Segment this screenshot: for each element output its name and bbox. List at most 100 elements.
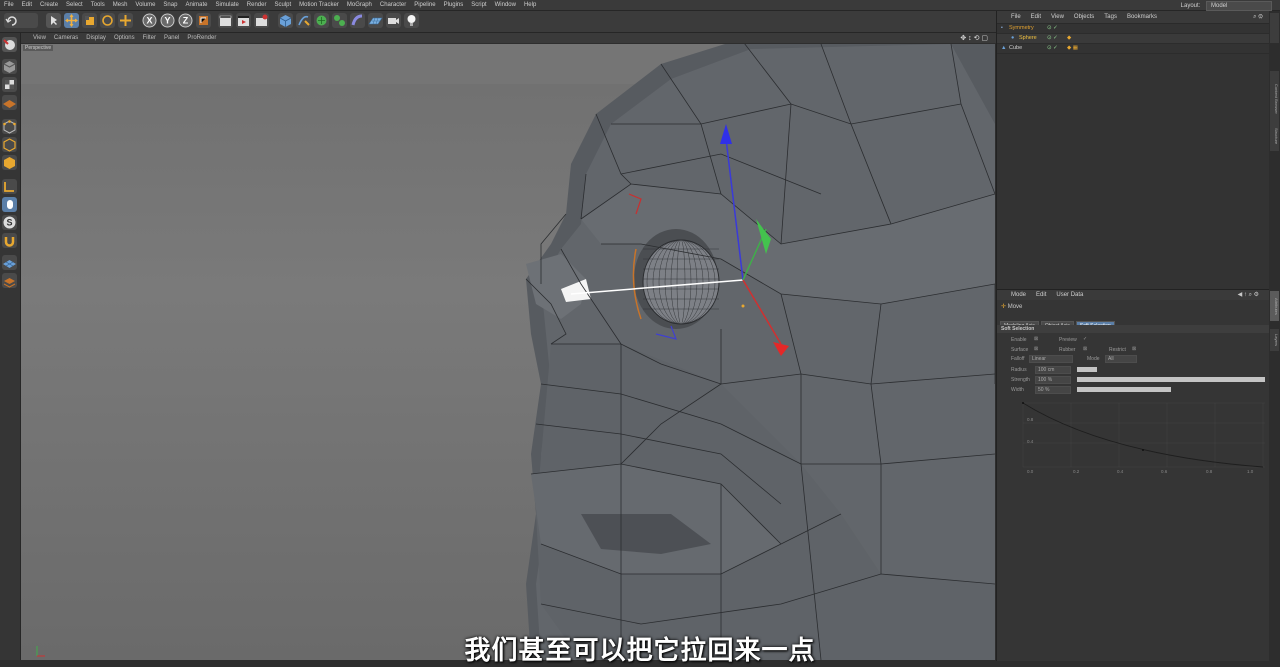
tag-icon[interactable]: ◆	[1067, 34, 1071, 43]
menu-help[interactable]: Help	[520, 0, 540, 10]
strength-slider[interactable]	[1077, 377, 1265, 382]
menu-mesh[interactable]: Mesh	[109, 0, 132, 10]
live-selection-button[interactable]	[118, 13, 133, 28]
strength-field[interactable]: 100 %	[1035, 376, 1071, 384]
radius-slider[interactable]	[1077, 367, 1097, 372]
snapping-button[interactable]: S	[2, 215, 17, 230]
tab-structure[interactable]: Structure	[1270, 121, 1279, 151]
menu-simulate[interactable]: Simulate	[211, 0, 242, 10]
menu-create[interactable]: Create	[36, 0, 62, 10]
object-row-sphere[interactable]: ● Sphere ⊙ ✓ ◆	[997, 34, 1269, 44]
light-button[interactable]	[404, 13, 419, 28]
tab-attributes[interactable]: Attributes	[1270, 291, 1279, 321]
visibility-check-icon[interactable]: ⊙ ✓	[1047, 24, 1058, 33]
coordinate-system-button[interactable]	[196, 13, 211, 28]
menu-script[interactable]: Script	[467, 0, 490, 10]
rubber-checkbox[interactable]: ⊠	[1083, 346, 1087, 352]
y-axis-lock-button[interactable]: Y	[160, 13, 175, 28]
subdivision-surface-button[interactable]	[314, 13, 329, 28]
obj-menu-tags[interactable]: Tags	[1099, 11, 1122, 23]
3d-viewport[interactable]	[21, 44, 995, 660]
obj-menu-objects[interactable]: Objects	[1069, 11, 1099, 23]
tab-content-browser[interactable]: Content Browser	[1270, 71, 1279, 126]
scale-tool-button[interactable]	[82, 13, 97, 28]
render-to-picture-viewer-button[interactable]	[236, 13, 251, 28]
menu-select[interactable]: Select	[62, 0, 87, 10]
make-editable-button[interactable]	[2, 37, 17, 52]
render-view-button[interactable]	[218, 13, 233, 28]
menu-edit[interactable]: Edit	[18, 0, 36, 10]
tab-layers[interactable]: Layers	[1270, 329, 1279, 351]
menu-snap[interactable]: Snap	[159, 0, 181, 10]
falloff-dropdown[interactable]: Linear	[1029, 355, 1073, 363]
object-name[interactable]: Cube	[1009, 44, 1022, 53]
magnet-button[interactable]	[2, 233, 17, 248]
obj-menu-bookmarks[interactable]: Bookmarks	[1122, 11, 1162, 23]
array-button[interactable]	[332, 13, 347, 28]
obj-menu-file[interactable]: File	[997, 11, 1026, 23]
layout-dropdown[interactable]: Model	[1206, 1, 1272, 11]
menu-animate[interactable]: Animate	[181, 0, 211, 10]
cube-primitive-button[interactable]	[278, 13, 293, 28]
visibility-check-icon[interactable]: ⊙ ✓	[1047, 44, 1058, 53]
width-field[interactable]: 50 %	[1035, 386, 1071, 394]
menu-volume[interactable]: Volume	[131, 0, 159, 10]
visibility-check-icon[interactable]: ⊙ ✓	[1047, 34, 1058, 43]
enable-axis-button[interactable]	[2, 179, 17, 194]
width-slider[interactable]	[1077, 387, 1171, 392]
attr-menu-user-data[interactable]: User Data	[1051, 290, 1088, 300]
object-name[interactable]: Sphere	[1019, 34, 1037, 43]
menu-tools[interactable]: Tools	[87, 0, 109, 10]
search-icon[interactable]: ⌕ ⚙	[1253, 11, 1263, 23]
surface-checkbox[interactable]: ⊠	[1034, 346, 1038, 352]
move-tool-button[interactable]	[64, 13, 79, 28]
vp-menu-filter[interactable]: Filter	[139, 33, 160, 43]
menu-file[interactable]: File	[0, 0, 18, 10]
object-name[interactable]: Symmetry	[1009, 24, 1034, 33]
preview-checkbox[interactable]: ✓	[1083, 336, 1087, 342]
restrict-checkbox[interactable]: ⊠	[1132, 346, 1136, 352]
vp-menu-display[interactable]: Display	[82, 33, 110, 43]
tab-objects-vertical[interactable]	[1270, 13, 1279, 43]
attr-menu-edit[interactable]: Edit	[1031, 290, 1051, 300]
edges-mode-button[interactable]	[2, 137, 17, 152]
workplane-mode-button[interactable]	[2, 95, 17, 110]
obj-menu-view[interactable]: View	[1046, 11, 1069, 23]
attr-menu-mode[interactable]: Mode	[997, 290, 1031, 300]
object-row-cube[interactable]: ▲ Cube ⊙ ✓ ◆ ▦	[997, 44, 1269, 54]
vp-menu-cameras[interactable]: Cameras	[50, 33, 82, 43]
render-settings-button[interactable]	[254, 13, 269, 28]
nav-arrows-icon[interactable]: ◀ ↑ ⌕ ⚙	[1238, 290, 1259, 300]
viewport-navigation-icons[interactable]: ✥ ↕ ⟲ ▢	[960, 34, 988, 44]
x-axis-lock-button[interactable]: X	[142, 13, 157, 28]
menu-sculpt[interactable]: Sculpt	[270, 0, 295, 10]
spline-pen-button[interactable]	[296, 13, 311, 28]
menu-character[interactable]: Character	[376, 0, 410, 10]
deformer-button[interactable]	[350, 13, 365, 28]
selection-tool-button[interactable]	[46, 13, 61, 28]
vp-menu-panel[interactable]: Panel	[160, 33, 183, 43]
polygons-mode-button[interactable]	[2, 155, 17, 170]
rotate-tool-button[interactable]	[100, 13, 115, 28]
enable-checkbox[interactable]: ⊠	[1034, 336, 1038, 342]
menu-render[interactable]: Render	[243, 0, 271, 10]
camera-button[interactable]	[386, 13, 401, 28]
radius-field[interactable]: 100 cm	[1035, 366, 1071, 374]
tweak-mode-button[interactable]	[2, 197, 17, 212]
points-mode-button[interactable]	[2, 119, 17, 134]
object-row-symmetry[interactable]: ▪ Symmetry ⊙ ✓	[997, 24, 1269, 34]
menu-motion-tracker[interactable]: Motion Tracker	[295, 0, 343, 10]
undo-button[interactable]	[4, 13, 38, 28]
menu-plugins[interactable]: Plugins	[440, 0, 468, 10]
mode-dropdown[interactable]: All	[1105, 355, 1137, 363]
menu-pipeline[interactable]: Pipeline	[410, 0, 439, 10]
floor-button[interactable]	[368, 13, 383, 28]
menu-window[interactable]: Window	[491, 0, 520, 10]
workplane-lock-button[interactable]	[2, 255, 17, 270]
tag-icon[interactable]: ◆ ▦	[1067, 44, 1078, 53]
vp-menu-prorender[interactable]: ProRender	[183, 33, 220, 43]
z-axis-lock-button[interactable]: Z	[178, 13, 193, 28]
layers-button[interactable]	[2, 273, 17, 288]
vp-menu-options[interactable]: Options	[110, 33, 139, 43]
falloff-curve-graph[interactable]: 0.8 0.4 0.0 0.2 0.4 0.6 0.8 1.0	[997, 395, 1267, 475]
